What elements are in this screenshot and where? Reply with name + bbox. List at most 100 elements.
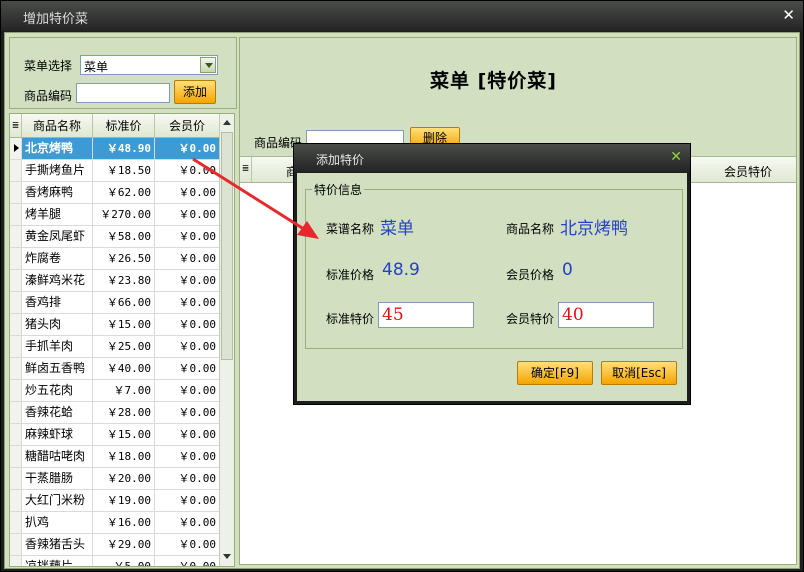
cell-member-price[interactable]: ￥0.00 <box>155 204 220 225</box>
cell-member-price[interactable]: ￥0.00 <box>155 468 220 489</box>
table-row[interactable]: 扒鸡 ￥16.00 ￥0.00 <box>10 512 220 534</box>
cell-std-price[interactable]: ￥62.00 <box>93 182 155 203</box>
cell-member-price[interactable]: ￥0.00 <box>155 402 220 423</box>
table-row[interactable]: 鲜卤五香鸭 ￥40.00 ￥0.00 <box>10 358 220 380</box>
cell-name[interactable]: 炸腐卷 <box>22 248 93 269</box>
cell-name[interactable]: 手撕烤鱼片 <box>22 160 93 181</box>
dialog-title-bar[interactable]: 添加特价 ✕ <box>294 144 690 172</box>
cell-member-price[interactable]: ￥0.00 <box>155 380 220 401</box>
ok-button[interactable]: 确定[F9] <box>517 361 593 385</box>
cell-member-price[interactable]: ￥0.00 <box>155 160 220 181</box>
cell-std-price[interactable]: ￥20.00 <box>93 468 155 489</box>
table-row[interactable]: 干蒸腊肠 ￥20.00 ￥0.00 <box>10 468 220 490</box>
cell-member-price[interactable]: ￥0.00 <box>155 336 220 357</box>
table-row[interactable]: 手抓羊肉 ￥25.00 ￥0.00 <box>10 336 220 358</box>
cancel-button[interactable]: 取消[Esc] <box>601 361 677 385</box>
cell-std-price[interactable]: ￥23.80 <box>93 270 155 291</box>
cell-std-price[interactable]: ￥58.00 <box>93 226 155 247</box>
table-row[interactable]: 香鸡排 ￥66.00 ￥0.00 <box>10 292 220 314</box>
cell-member-price[interactable]: ￥0.00 <box>155 490 220 511</box>
scroll-thumb[interactable] <box>221 132 233 360</box>
cell-name[interactable]: 香烤麻鸭 <box>22 182 93 203</box>
table-row[interactable]: 手撕烤鱼片 ￥18.50 ￥0.00 <box>10 160 220 182</box>
cell-member-price[interactable]: ￥0.00 <box>155 292 220 313</box>
cell-std-price[interactable]: ￥7.00 <box>93 380 155 401</box>
cell-std-price[interactable]: ￥16.00 <box>93 512 155 533</box>
cell-member-price[interactable]: ￥0.00 <box>155 138 220 159</box>
cell-std-price[interactable]: ￥48.90 <box>93 138 155 159</box>
special-col-member-price[interactable]: 会员特价 <box>724 163 772 180</box>
cell-member-price[interactable]: ￥0.00 <box>155 314 220 335</box>
cell-member-price[interactable]: ￥0.00 <box>155 270 220 291</box>
table-row[interactable]: 糖醋咕咾肉 ￥18.00 ￥0.00 <box>10 446 220 468</box>
cell-std-price[interactable]: ￥19.00 <box>93 490 155 511</box>
cell-name[interactable]: 凉拌藕片 <box>22 556 93 566</box>
cell-member-price[interactable]: ￥0.00 <box>155 534 220 555</box>
cell-name[interactable]: 溱鲜鸡米花 <box>22 270 93 291</box>
cell-std-price[interactable]: ￥66.00 <box>93 292 155 313</box>
cell-std-price[interactable]: ￥26.50 <box>93 248 155 269</box>
grid-scrollbar[interactable] <box>219 114 234 566</box>
menu-select[interactable]: 菜单 <box>80 55 218 75</box>
cell-member-price[interactable]: ￥0.00 <box>155 358 220 379</box>
table-row[interactable]: 猪头肉 ￥15.00 ￥0.00 <box>10 314 220 336</box>
std-special-input[interactable]: 45 <box>378 302 474 328</box>
cell-name[interactable]: 烤羊腿 <box>22 204 93 225</box>
cell-member-price[interactable]: ￥0.00 <box>155 182 220 203</box>
title-bar[interactable]: 增加特价菜 ✕ <box>1 1 803 31</box>
cell-std-price[interactable]: ￥25.00 <box>93 336 155 357</box>
table-row[interactable]: 香辣猪舌头 ￥29.00 ￥0.00 <box>10 534 220 556</box>
table-row[interactable]: 炒五花肉 ￥7.00 ￥0.00 <box>10 380 220 402</box>
special-grid-menu-icon[interactable]: ≣ <box>240 157 252 182</box>
cell-member-price[interactable]: ￥0.00 <box>155 226 220 247</box>
table-row[interactable]: 香烤麻鸭 ￥62.00 ￥0.00 <box>10 182 220 204</box>
cell-name[interactable]: 干蒸腊肠 <box>22 468 93 489</box>
table-row[interactable]: 北京烤鸭 ￥48.90 ￥0.00 <box>10 138 220 160</box>
table-row[interactable]: 黄金凤尾虾 ￥58.00 ￥0.00 <box>10 226 220 248</box>
cell-std-price[interactable]: ￥15.00 <box>93 314 155 335</box>
scroll-down-icon[interactable] <box>220 550 234 564</box>
table-row[interactable]: 香辣花蛤 ￥28.00 ￥0.00 <box>10 402 220 424</box>
cell-name[interactable]: 猪头肉 <box>22 314 93 335</box>
cell-std-price[interactable]: ￥270.00 <box>93 204 155 225</box>
table-row[interactable]: 凉拌藕片 ￥5.00 ￥0.00 <box>10 556 220 566</box>
cell-member-price[interactable]: ￥0.00 <box>155 248 220 269</box>
dialog-close-icon[interactable]: ✕ <box>670 149 682 165</box>
table-row[interactable]: 烤羊腿 ￥270.00 ￥0.00 <box>10 204 220 226</box>
cell-name[interactable]: 手抓羊肉 <box>22 336 93 357</box>
cell-name[interactable]: 大红门米粉 <box>22 490 93 511</box>
table-row[interactable]: 炸腐卷 ￥26.50 ￥0.00 <box>10 248 220 270</box>
add-button[interactable]: 添加 <box>174 80 216 104</box>
code-input[interactable] <box>76 83 170 103</box>
col-header-std-price[interactable]: 标准价 <box>93 114 155 138</box>
cell-std-price[interactable]: ￥28.00 <box>93 402 155 423</box>
cell-name[interactable]: 香辣猪舌头 <box>22 534 93 555</box>
cell-std-price[interactable]: ￥15.00 <box>93 424 155 445</box>
cell-name[interactable]: 香鸡排 <box>22 292 93 313</box>
cell-name[interactable]: 炒五花肉 <box>22 380 93 401</box>
table-row[interactable]: 麻辣虾球 ￥15.00 ￥0.00 <box>10 424 220 446</box>
cell-std-price[interactable]: ￥5.00 <box>93 556 155 566</box>
cell-std-price[interactable]: ￥29.00 <box>93 534 155 555</box>
cell-name[interactable]: 黄金凤尾虾 <box>22 226 93 247</box>
col-header-name[interactable]: 商品名称 <box>22 114 93 138</box>
grid-menu-icon[interactable]: ≣ <box>10 114 22 138</box>
close-icon[interactable]: ✕ <box>782 6 795 24</box>
table-row[interactable]: 溱鲜鸡米花 ￥23.80 ￥0.00 <box>10 270 220 292</box>
member-special-input[interactable]: 40 <box>558 302 654 328</box>
cell-std-price[interactable]: ￥18.50 <box>93 160 155 181</box>
cell-name[interactable]: 扒鸡 <box>22 512 93 533</box>
cell-name[interactable]: 香辣花蛤 <box>22 402 93 423</box>
cell-std-price[interactable]: ￥18.00 <box>93 446 155 467</box>
cell-name[interactable]: 北京烤鸭 <box>22 138 93 159</box>
cell-name[interactable]: 糖醋咕咾肉 <box>22 446 93 467</box>
cell-member-price[interactable]: ￥0.00 <box>155 424 220 445</box>
cell-member-price[interactable]: ￥0.00 <box>155 512 220 533</box>
scroll-up-icon[interactable] <box>220 116 234 130</box>
col-header-member-price[interactable]: 会员价 <box>155 114 220 138</box>
chevron-down-icon[interactable] <box>200 57 216 73</box>
cell-name[interactable]: 麻辣虾球 <box>22 424 93 445</box>
cell-member-price[interactable]: ￥0.00 <box>155 556 220 566</box>
cell-member-price[interactable]: ￥0.00 <box>155 446 220 467</box>
cell-name[interactable]: 鲜卤五香鸭 <box>22 358 93 379</box>
